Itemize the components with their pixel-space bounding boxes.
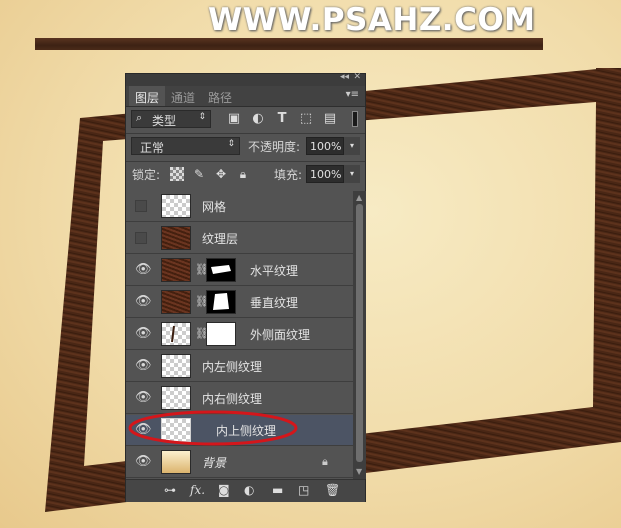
lock-position-icon[interactable]: ✥ [214, 167, 228, 181]
panel-title-bar[interactable]: ◂◂ ✕ [126, 72, 365, 86]
layer-filter-label: 类型 [152, 114, 177, 128]
eye-icon[interactable]: 👁︎ [135, 294, 152, 309]
blend-mode-select[interactable]: 正常 ⇕ [131, 137, 240, 155]
fx-icon[interactable]: fx. [190, 483, 205, 497]
filter-row: ⌕ 类型 ⇕ ▣ ◐ T ⬚ ▤ [126, 108, 365, 132]
visibility-toggle-off[interactable] [135, 232, 147, 244]
layer-thumbnail [161, 290, 191, 314]
lock-all-icon[interactable]: 🔒︎ [236, 167, 250, 181]
blend-row: 正常 ⇕ 不透明度: 100% ▾ [126, 135, 365, 159]
layer-row-inner-left-texture[interactable]: 👁︎ 内左侧纹理 [126, 351, 353, 382]
thumbnail-stroke [171, 325, 175, 343]
opacity-dropdown-icon[interactable]: ▾ [343, 137, 360, 155]
new-layer-icon[interactable]: ◳ [298, 483, 309, 497]
layer-row-outer-side-texture[interactable]: 👁︎ ⛓︎ 外侧面纹理 [126, 319, 353, 350]
opacity-value: 100% [310, 140, 342, 153]
tab-layers[interactable]: 图层 [129, 86, 166, 106]
layer-row-texture[interactable]: 纹理层 [126, 223, 353, 254]
eye-icon[interactable]: 👁︎ [135, 262, 152, 277]
layer-mask-thumbnail[interactable] [206, 322, 236, 346]
layer-name[interactable]: 内右侧纹理 [202, 390, 262, 407]
opacity-label: 不透明度: [248, 140, 301, 154]
mask-shape [211, 265, 231, 274]
select-arrows-icon: ⇕ [227, 139, 235, 149]
layer-row-vertical-texture[interactable]: 👁︎ ⛓︎ 垂直纹理 [126, 287, 353, 318]
select-arrows-icon: ⇕ [198, 112, 206, 122]
search-icon: ⌕ [136, 111, 143, 124]
type-filter-icon[interactable]: T [274, 111, 290, 127]
collapse-panel-icon[interactable]: ◂◂ [340, 72, 349, 82]
eye-icon[interactable]: 👁︎ [135, 390, 152, 405]
fill-field[interactable]: 100% ▾ [306, 165, 360, 183]
layer-thumbnail [161, 418, 191, 442]
layer-name[interactable]: 内上侧纹理 [216, 422, 276, 439]
scroll-thumb[interactable] [356, 204, 363, 462]
shape-filter-icon[interactable]: ⬚ [298, 111, 314, 127]
layer-mask-thumbnail[interactable] [206, 290, 236, 314]
layer-thumbnail [161, 322, 191, 346]
mask-shape [213, 293, 229, 310]
tab-paths[interactable]: 路径 [208, 89, 232, 106]
layer-name[interactable]: 背景 [202, 454, 226, 471]
layer-thumbnail [161, 194, 191, 218]
opacity-field[interactable]: 100% ▾ [306, 137, 360, 155]
layer-thumbnail [161, 386, 191, 410]
lock-label: 锁定: [132, 168, 161, 182]
fill-label: 填充: [274, 168, 303, 182]
layer-name[interactable]: 垂直纹理 [250, 294, 298, 311]
eye-icon[interactable]: 👁︎ [135, 358, 152, 373]
fill-dropdown-icon[interactable]: ▾ [343, 165, 360, 183]
layer-filter-select[interactable]: ⌕ 类型 ⇕ [131, 110, 211, 128]
layer-thumbnail [161, 226, 191, 250]
close-panel-icon[interactable]: ✕ [353, 72, 361, 82]
panel-footer: ⊶ fx. ◙ ◐ ▬ ◳ 🗑︎ [126, 479, 365, 502]
new-group-icon[interactable]: ▬ [272, 483, 283, 497]
filter-toggle-switch[interactable] [352, 111, 358, 127]
adjustment-filter-icon[interactable]: ◐ [250, 111, 266, 127]
tab-channels[interactable]: 通道 [171, 89, 195, 106]
panel-menu-icon[interactable]: ▾≡ [346, 89, 359, 100]
layers-scrollbar[interactable]: ▲ ▼ [353, 191, 366, 479]
layer-name[interactable]: 内左侧纹理 [202, 358, 262, 375]
layer-thumbnail [161, 354, 191, 378]
scroll-down-icon[interactable]: ▼ [356, 467, 362, 476]
eye-icon[interactable]: 👁︎ [135, 454, 152, 469]
visibility-toggle-off[interactable] [135, 200, 147, 212]
layers-panel: ◂◂ ✕ 图层 通道 路径 ▾≡ ⌕ 类型 ⇕ ▣ ◐ T ⬚ ▤ 正常 ⇕ 不… [125, 72, 366, 502]
panel-tabs: 图层 通道 路径 ▾≡ [126, 86, 365, 107]
layer-row-horizontal-texture[interactable]: 👁︎ ⛓︎ 水平纹理 [126, 255, 353, 286]
layer-row-inner-top-texture[interactable]: 👁︎ 内上侧纹理 [126, 415, 353, 446]
layer-row-grid[interactable]: 网格 [126, 191, 353, 222]
layer-row-background[interactable]: 👁︎ 背景 🔒︎ [126, 447, 353, 478]
lock-transparency-icon[interactable] [170, 167, 184, 181]
lock-row: 锁定: ✎ ✥ 🔒︎ 填充: 100% ▾ [126, 163, 365, 187]
layer-name[interactable]: 水平纹理 [250, 262, 298, 279]
adjustment-layer-icon[interactable]: ◐ [244, 483, 254, 497]
link-layers-icon[interactable]: ⊶ [164, 483, 176, 497]
smart-object-filter-icon[interactable]: ▤ [322, 111, 338, 127]
layers-list: 网格 纹理层 👁︎ ⛓︎ 水平纹理 👁︎ ⛓︎ 垂直纹理 👁︎ ⛓︎ 外侧面纹理… [126, 191, 353, 479]
layer-thumbnail [161, 450, 191, 474]
fill-value: 100% [310, 168, 342, 181]
layer-name[interactable]: 外侧面纹理 [250, 326, 310, 343]
lock-pixels-brush-icon[interactable]: ✎ [192, 167, 206, 181]
layer-thumbnail [161, 258, 191, 282]
eye-icon[interactable]: 👁︎ [135, 326, 152, 341]
layer-name[interactable]: 网格 [202, 198, 226, 215]
eye-icon[interactable]: 👁︎ [135, 422, 152, 437]
blend-mode-value: 正常 [140, 141, 165, 155]
background-lock-icon: 🔒︎ [322, 455, 328, 468]
add-mask-icon[interactable]: ◙ [218, 483, 230, 497]
delete-layer-icon[interactable]: 🗑︎ [325, 483, 340, 497]
layer-name[interactable]: 纹理层 [202, 230, 238, 247]
layer-mask-thumbnail[interactable] [206, 258, 236, 282]
layer-row-inner-right-texture[interactable]: 👁︎ 内右侧纹理 [126, 383, 353, 414]
scroll-up-icon[interactable]: ▲ [356, 193, 362, 202]
image-filter-icon[interactable]: ▣ [226, 111, 242, 127]
